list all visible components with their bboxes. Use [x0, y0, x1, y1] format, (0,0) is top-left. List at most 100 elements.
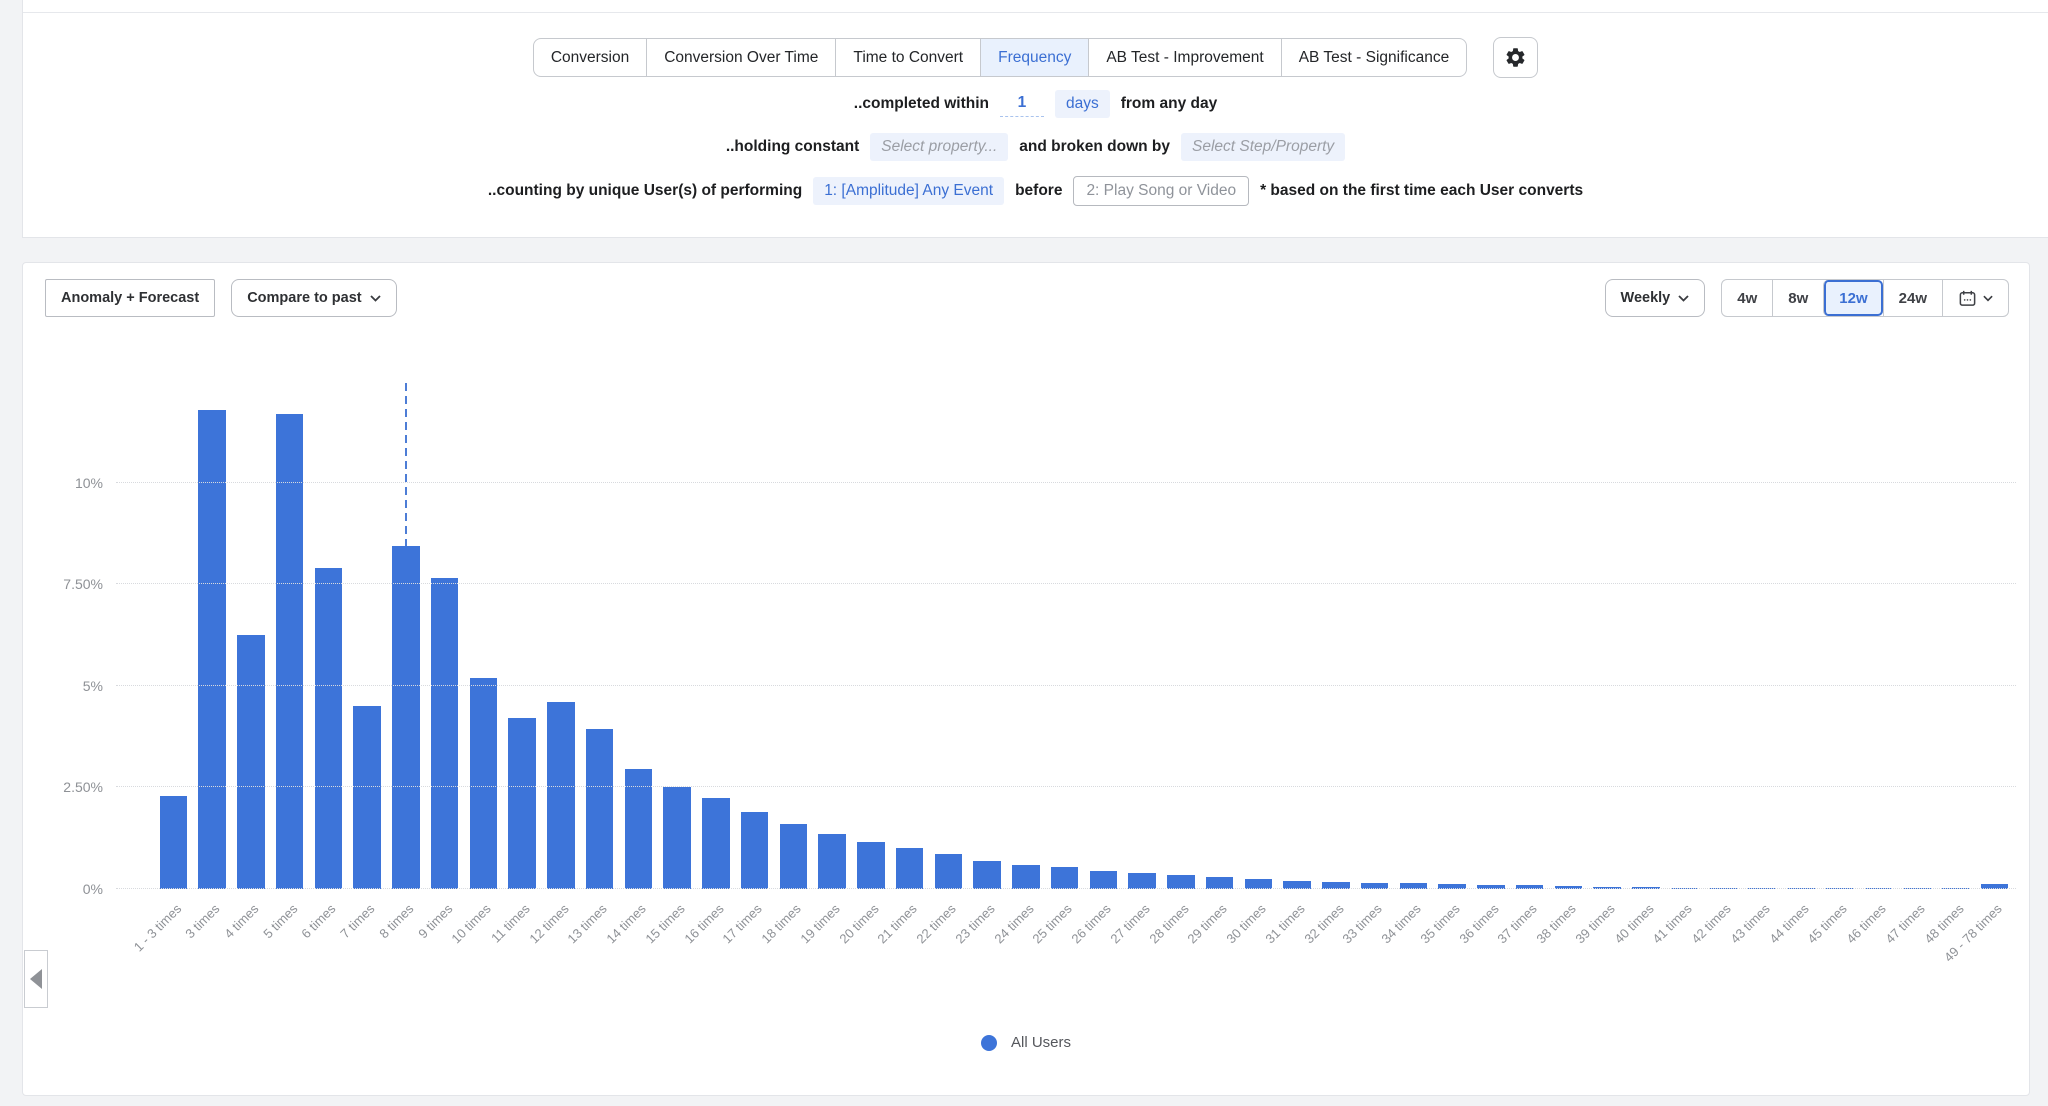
- bar-slot: [1472, 369, 1511, 889]
- target-event-select[interactable]: 2: Play Song or Video: [1073, 176, 1249, 206]
- custom-date-range-button[interactable]: [1942, 280, 2008, 316]
- collapse-panel-handle[interactable]: [24, 950, 48, 1008]
- chart-header: Anomaly + Forecast Compare to past Weekl…: [45, 279, 2009, 317]
- bar-23-times[interactable]: [973, 861, 1001, 889]
- tab-frequency[interactable]: Frequency: [980, 38, 1089, 77]
- bar-slot: [154, 369, 193, 889]
- bar-slot: [697, 369, 736, 889]
- interval-label: Weekly: [1621, 290, 1671, 306]
- bar-slot: [929, 369, 968, 889]
- bar-slot: [1433, 369, 1472, 889]
- range-12w-button[interactable]: 12w: [1823, 280, 1882, 316]
- range-24w-button[interactable]: 24w: [1883, 280, 1942, 316]
- compare-to-past-label: Compare to past: [247, 290, 361, 306]
- bar-12-times[interactable]: [547, 702, 575, 889]
- completed-within-label: ..completed within: [854, 95, 989, 113]
- tab-conversion[interactable]: Conversion: [533, 38, 647, 77]
- bar-4-times[interactable]: [237, 635, 265, 889]
- bar-16-times[interactable]: [702, 798, 730, 889]
- bar-slot: [425, 369, 464, 889]
- bar-19-times[interactable]: [818, 834, 846, 889]
- bar-slot: [232, 369, 271, 889]
- bar-slot: [1743, 369, 1782, 889]
- x-label-slot: 4 times: [232, 891, 271, 996]
- interval-dropdown-button[interactable]: Weekly: [1605, 279, 1706, 317]
- x-label-slot: 7 times: [348, 891, 387, 996]
- compare-to-past-button[interactable]: Compare to past: [231, 279, 396, 317]
- chart-settings-button[interactable]: [1493, 37, 1538, 78]
- gridline-7-50: [116, 583, 2016, 584]
- bar-6-times[interactable]: [315, 568, 343, 889]
- select-step-property-input[interactable]: Select Step/Property: [1181, 133, 1345, 161]
- bar-slot: [1975, 369, 2014, 889]
- counting-by-label: ..counting by unique User(s) of performi…: [488, 182, 802, 200]
- funnel-settings-card: ConversionConversion Over TimeTime to Co…: [22, 0, 2048, 238]
- bar-9-times[interactable]: [431, 578, 459, 889]
- y-axis-label-5: 5%: [23, 677, 103, 695]
- broken-down-by-label: and broken down by: [1019, 138, 1170, 156]
- bar-22-times[interactable]: [935, 854, 963, 889]
- completed-within-unit-dropdown[interactable]: days: [1055, 90, 1110, 118]
- y-axis-label-7-50: 7.50%: [23, 575, 103, 593]
- bar-28-times[interactable]: [1167, 875, 1195, 889]
- range-8w-button[interactable]: 8w: [1772, 280, 1823, 316]
- bar-24-times[interactable]: [1012, 865, 1040, 889]
- bar-20-times[interactable]: [857, 842, 885, 889]
- bar-7-times[interactable]: [353, 706, 381, 889]
- range-4w-button[interactable]: 4w: [1722, 280, 1772, 316]
- bar-slot: [1045, 369, 1084, 889]
- x-label-slot: 8 times: [387, 891, 426, 996]
- bar-11-times[interactable]: [508, 718, 536, 889]
- bar-25-times[interactable]: [1051, 867, 1079, 889]
- average-frequency-marker: [405, 383, 407, 546]
- tab-ab-test-improvement[interactable]: AB Test - Improvement: [1088, 38, 1281, 77]
- bar-13-times[interactable]: [586, 729, 614, 889]
- chart-header-right: Weekly 4w8w12w24w: [1605, 279, 2009, 317]
- select-property-input[interactable]: Select property...: [870, 133, 1008, 161]
- bar-slot: [1162, 369, 1201, 889]
- bar-slot: [1782, 369, 1821, 889]
- completed-within-row: ..completed within 1 days from any day: [23, 90, 2048, 118]
- bar-slot: [1549, 369, 1588, 889]
- bar-slot: [852, 369, 891, 889]
- chevron-down-icon: [1983, 295, 1993, 302]
- y-axis-label-2-50: 2.50%: [23, 778, 103, 796]
- tab-ab-test-significance[interactable]: AB Test - Significance: [1281, 38, 1467, 77]
- bar-slot: [1123, 369, 1162, 889]
- performing-event-pill[interactable]: 1: [Amplitude] Any Event: [813, 177, 1004, 205]
- bar-slot: [1937, 369, 1976, 889]
- legend-dot-all-users[interactable]: [981, 1035, 997, 1051]
- first-time-converts-note: * based on the first time each User conv…: [1260, 182, 1583, 200]
- bar-slot: [1355, 369, 1394, 889]
- chevron-down-icon: [370, 295, 381, 302]
- counting-by-row: ..counting by unique User(s) of performi…: [23, 176, 2048, 206]
- x-axis-label-1-3-times: 1 - 3 times: [130, 901, 184, 955]
- chevron-down-icon: [1678, 295, 1689, 302]
- anomaly-forecast-button[interactable]: Anomaly + Forecast: [45, 279, 215, 317]
- bar-slot: [735, 369, 774, 889]
- completed-within-value-input[interactable]: 1: [1000, 91, 1044, 117]
- tab-conversion-over-time[interactable]: Conversion Over Time: [646, 38, 836, 77]
- bar-17-times[interactable]: [741, 812, 769, 889]
- bar-slot: [1084, 369, 1123, 889]
- bar-slot: [270, 369, 309, 889]
- bar-26-times[interactable]: [1090, 871, 1118, 889]
- bar-8-times[interactable]: [392, 546, 420, 889]
- bar-27-times[interactable]: [1128, 873, 1156, 889]
- bar-15-times[interactable]: [663, 787, 691, 889]
- bar-18-times[interactable]: [780, 824, 808, 889]
- header-divider: [23, 12, 2048, 13]
- legend-label: All Users: [1011, 1034, 1071, 1051]
- bar-slot: [193, 369, 232, 889]
- bar-21-times[interactable]: [896, 848, 924, 889]
- bar-slot: [813, 369, 852, 889]
- x-label-slot: 49 - 78 times: [1975, 891, 2014, 996]
- tab-time-to-convert[interactable]: Time to Convert: [835, 38, 981, 77]
- bar-slot: [580, 369, 619, 889]
- x-label-slot: 5 times: [270, 891, 309, 996]
- bar-10-times[interactable]: [470, 678, 498, 889]
- bar-slot: [968, 369, 1007, 889]
- bar-5-times[interactable]: [276, 414, 304, 889]
- bar-slot: [619, 369, 658, 889]
- bar-1-3-times[interactable]: [160, 796, 188, 889]
